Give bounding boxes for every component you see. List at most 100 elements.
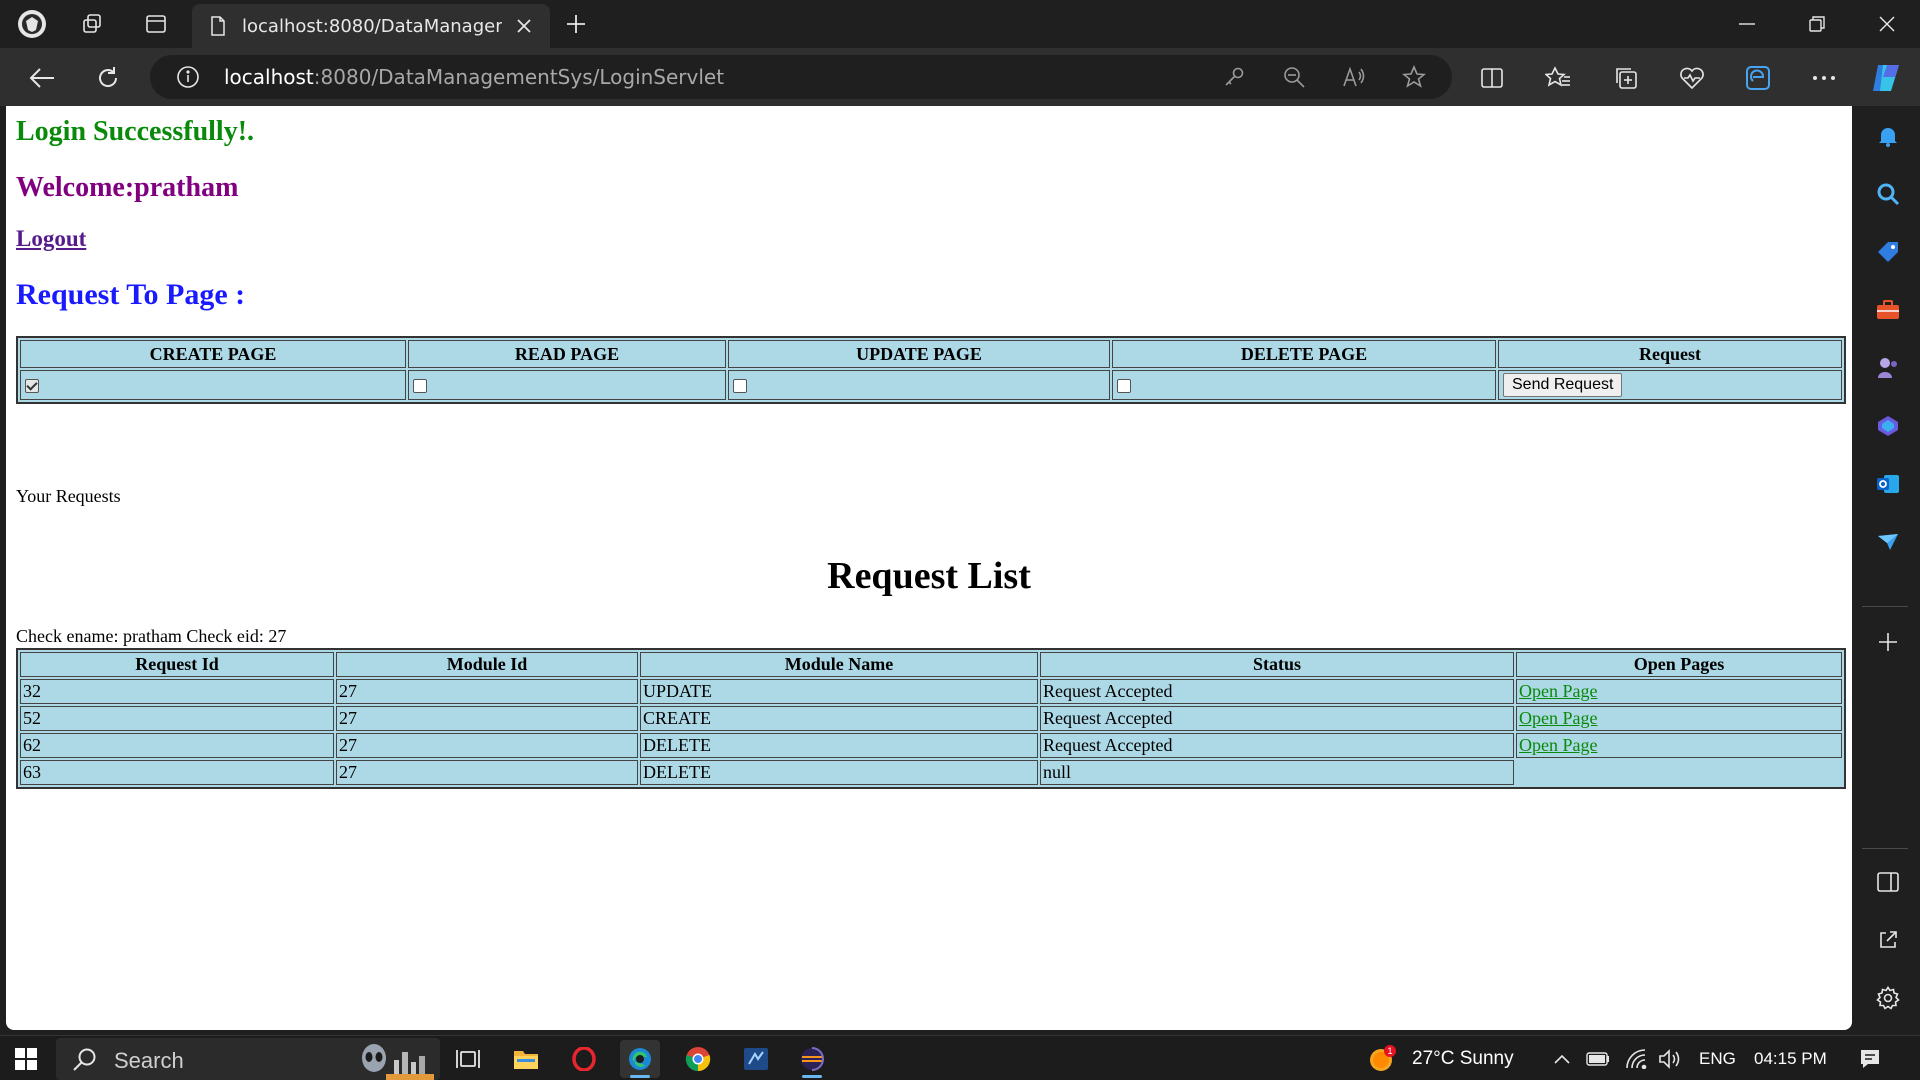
read-page-cell: [408, 370, 726, 400]
add-sidebar-app-icon[interactable]: [1870, 624, 1906, 660]
vertical-tabs-icon[interactable]: [138, 6, 174, 42]
request-id-header: Request Id: [20, 652, 334, 677]
hide-sidebar-icon[interactable]: [1870, 864, 1906, 900]
module-name-cell: DELETE: [640, 733, 1038, 758]
settings-gear-icon[interactable]: [1870, 980, 1906, 1016]
module-name-cell: DELETE: [640, 760, 1038, 785]
opera-browser-icon[interactable]: [564, 1040, 604, 1078]
back-icon[interactable]: [22, 58, 62, 98]
weather-icon[interactable]: 1: [1362, 1040, 1402, 1078]
tools-briefcase-icon[interactable]: [1870, 292, 1906, 328]
delete-page-header: DELETE PAGE: [1112, 340, 1496, 368]
new-tab-icon[interactable]: [558, 6, 594, 42]
open-page-cell-empty: [1516, 760, 1842, 785]
split-screen-icon[interactable]: [1472, 58, 1512, 98]
module-id-cell: 27: [336, 760, 638, 785]
external-link-icon[interactable]: [1870, 922, 1906, 958]
restore-icon[interactable]: [1782, 0, 1852, 48]
logout-link[interactable]: Logout: [16, 226, 86, 252]
windows-taskbar: Search 1 27°C Sunny ENG 04:15 PM: [0, 1035, 1920, 1080]
your-requests-label: Your Requests: [16, 486, 121, 506]
search-icon: [73, 1048, 96, 1071]
delete-page-checkbox[interactable]: [1117, 379, 1131, 394]
module-id-header: Module Id: [336, 652, 638, 677]
browser-essentials-icon[interactable]: [1672, 58, 1712, 98]
weather-badge-count: 1: [1387, 1046, 1392, 1056]
search-highlight-illustration-icon: [362, 1044, 434, 1080]
windows-start-icon[interactable]: [6, 1040, 46, 1078]
request-id-cell: 52: [20, 706, 334, 731]
outlook-icon[interactable]: [1870, 466, 1906, 502]
browser-tab-active[interactable]: localhost:8080/DataManagementSys/LoginSe…: [192, 4, 550, 48]
games-icon[interactable]: [1870, 350, 1906, 386]
open-page-cell: Open Page: [1516, 733, 1842, 758]
edge-extension-icon[interactable]: [1738, 58, 1778, 98]
shopping-tag-icon[interactable]: [1870, 234, 1906, 270]
favorite-star-icon[interactable]: [1400, 63, 1428, 91]
edge-browser-icon[interactable]: [620, 1040, 660, 1078]
sidebar-divider: [1862, 848, 1908, 849]
chrome-browser-icon[interactable]: [678, 1040, 718, 1078]
create-page-checkbox[interactable]: [25, 379, 39, 394]
refresh-icon[interactable]: [88, 58, 128, 98]
open-page-link[interactable]: Open Page: [1519, 708, 1597, 728]
read-aloud-icon[interactable]: [1340, 63, 1368, 91]
language-indicator[interactable]: ENG: [1699, 1049, 1736, 1069]
collections-icon[interactable]: [1606, 58, 1646, 98]
table-row: 63 27 DELETE null: [20, 760, 1842, 785]
minimize-icon[interactable]: [1712, 0, 1782, 48]
address-bar[interactable]: localhost:8080/DataManagementSys/LoginSe…: [150, 55, 1452, 99]
send-request-button[interactable]: Send Request: [1503, 373, 1623, 397]
file-explorer-icon[interactable]: [506, 1040, 546, 1078]
request-to-page-heading: Request To Page :: [16, 278, 246, 311]
status-cell: null: [1040, 760, 1514, 785]
eclipse-ide-icon[interactable]: [792, 1040, 832, 1078]
show-hidden-icons-chevron-icon[interactable]: [1542, 1040, 1582, 1078]
close-window-icon[interactable]: [1852, 0, 1920, 48]
close-tab-icon[interactable]: [510, 12, 538, 40]
browser-tab-strip: localhost:8080/DataManagementSys/LoginSe…: [0, 0, 1920, 48]
favorites-icon[interactable]: [1538, 58, 1578, 98]
microsoft-365-icon[interactable]: [1870, 408, 1906, 444]
update-page-cell: [728, 370, 1110, 400]
module-name-cell: CREATE: [640, 706, 1038, 731]
read-page-checkbox[interactable]: [413, 379, 427, 394]
table-row: 52 27 CREATE Request Accepted Open Page: [20, 706, 1842, 731]
module-id-cell: 27: [336, 679, 638, 704]
module-id-cell: 27: [336, 733, 638, 758]
update-page-checkbox[interactable]: [733, 379, 747, 394]
site-info-icon[interactable]: [176, 65, 200, 89]
login-success-heading: Login Successfully!.: [16, 116, 255, 147]
notifications-bell-icon[interactable]: [1870, 118, 1906, 154]
url-text[interactable]: localhost:8080/DataManagementSys/LoginSe…: [224, 65, 724, 89]
open-page-link[interactable]: Open Page: [1519, 735, 1597, 755]
create-page-header: CREATE PAGE: [20, 340, 406, 368]
remote-desktop-icon[interactable]: [736, 1040, 776, 1078]
taskbar-search-box[interactable]: Search: [56, 1038, 440, 1080]
task-view-icon[interactable]: [448, 1040, 488, 1078]
delete-page-cell: [1112, 370, 1496, 400]
password-key-icon[interactable]: [1220, 63, 1248, 91]
clock-time[interactable]: 04:15 PM: [1754, 1049, 1827, 1069]
active-app-indicator: [630, 1075, 650, 1078]
page-icon: [208, 16, 228, 36]
weather-text[interactable]: 27°C Sunny: [1412, 1048, 1514, 1070]
more-options-icon[interactable]: [1804, 58, 1844, 98]
module-name-header: Module Name: [640, 652, 1038, 677]
volume-icon[interactable]: [1650, 1040, 1690, 1078]
status-cell: Request Accepted: [1040, 706, 1514, 731]
workspaces-icon[interactable]: [74, 6, 110, 42]
copilot-icon[interactable]: [1866, 58, 1906, 98]
search-icon[interactable]: [1870, 176, 1906, 212]
read-page-header: READ PAGE: [408, 340, 726, 368]
open-page-cell: Open Page: [1516, 706, 1842, 731]
open-page-link[interactable]: Open Page: [1519, 681, 1597, 701]
send-drop-icon[interactable]: [1870, 524, 1906, 560]
sidebar-divider: [1862, 606, 1908, 607]
profile-avatar-icon[interactable]: [14, 6, 50, 42]
battery-icon[interactable]: [1578, 1040, 1618, 1078]
zoom-out-icon[interactable]: [1280, 63, 1308, 91]
create-page-cell: [20, 370, 406, 400]
notification-center-icon[interactable]: [1850, 1040, 1890, 1078]
web-page: Login Successfully!. Welcome:pratham Log…: [6, 106, 1852, 1030]
